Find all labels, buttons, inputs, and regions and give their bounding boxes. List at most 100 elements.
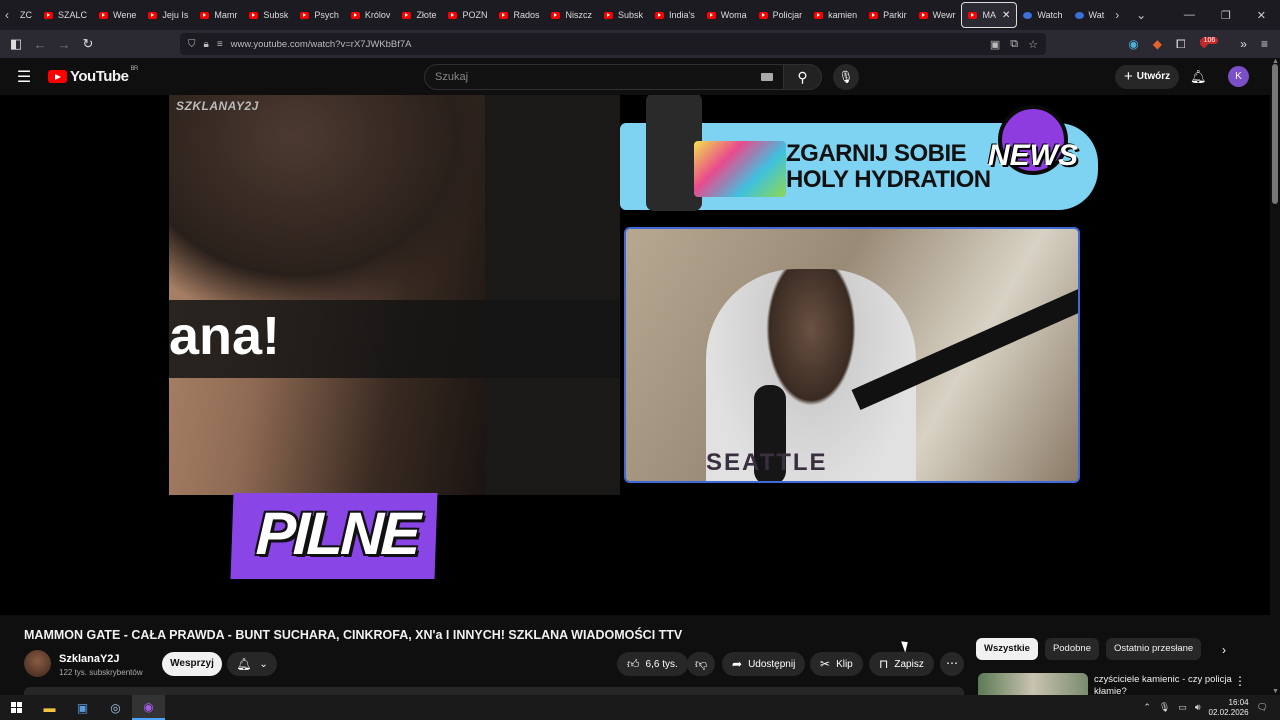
browser-tab[interactable]: Złote: [396, 2, 442, 28]
steam-icon[interactable]: ◎: [99, 695, 132, 720]
clip-button[interactable]: ✂ Klip: [810, 652, 863, 676]
search-button[interactable]: ⚲: [784, 63, 822, 90]
browser-tab[interactable]: Psych: [294, 2, 345, 28]
file-explorer-icon[interactable]: ▬: [33, 695, 66, 720]
restore-icon[interactable]: ❐: [1221, 9, 1231, 22]
channel-avatar[interactable]: [24, 650, 51, 677]
window-close-icon[interactable]: ✕: [1257, 9, 1266, 22]
chip-all[interactable]: Wszystkie: [976, 638, 1038, 660]
address-bar[interactable]: ⛉ 🔒︎ ≡ www.youtube.com/watch?v=rX7JWKbBf…: [180, 33, 1046, 55]
subscription-bell-button[interactable]: 🔔︎ ⌄: [227, 652, 277, 676]
tab-label: Jeju Is: [162, 10, 189, 20]
browser-tab[interactable]: Subsk: [243, 2, 294, 28]
recommendation-menu-icon[interactable]: ⋮: [1234, 674, 1246, 688]
create-button[interactable]: + Utwórz: [1115, 64, 1180, 89]
save-label: Zapisz: [894, 658, 924, 670]
vpn-extension-icon[interactable]: ◉: [1128, 37, 1138, 51]
browser-tab[interactable]: Królov: [345, 2, 397, 28]
forward-icon[interactable]: →: [52, 37, 76, 52]
chips-next-icon[interactable]: ›: [1222, 643, 1226, 657]
browser-tab[interactable]: POZN: [442, 2, 493, 28]
youtube-favicon-icon: [350, 11, 360, 19]
browser-tab[interactable]: kamien: [808, 2, 863, 28]
app-menu-icon[interactable]: ≡: [1261, 37, 1268, 51]
youtube-favicon-icon: [249, 11, 259, 19]
close-tab-icon[interactable]: ✕: [1002, 10, 1010, 21]
browser-tab[interactable]: Subsk: [598, 2, 649, 28]
browser-tab[interactable]: Parkir: [863, 2, 913, 28]
notifications-bell-icon[interactable]: 🔔︎: [1190, 69, 1207, 85]
tray-chevron-icon[interactable]: ⌃: [1143, 702, 1151, 713]
volume-icon[interactable]: 🔊︎: [1195, 702, 1201, 713]
notifications-icon[interactable]: 🗨︎: [1257, 702, 1268, 713]
description-box[interactable]: [24, 687, 964, 695]
youtube-favicon-icon: [300, 11, 310, 19]
chip-recent[interactable]: Ostatnio przesłane: [1105, 638, 1202, 660]
browser-tab[interactable]: Policjar: [753, 2, 809, 28]
browser-tab[interactable]: Wewr: [913, 2, 962, 28]
browser-tab[interactable]: Watch: [1017, 2, 1068, 28]
extensions-icon[interactable]: ⧠: [1176, 37, 1186, 52]
browser-tab[interactable]: Niszcz: [545, 2, 598, 28]
overflow-chevron-icon[interactable]: »: [1240, 37, 1247, 51]
browser-tab[interactable]: Wat: [1069, 2, 1111, 28]
recommendation-thumbnail[interactable]: [978, 673, 1088, 695]
save-button[interactable]: ⊓ Zapisz: [869, 652, 934, 676]
bookmark-star-icon[interactable]: ☆: [1028, 38, 1038, 51]
shirt-text: SEATTLE: [706, 449, 828, 476]
microphone-tray-icon[interactable]: 🎙︎: [1159, 702, 1170, 713]
recommendation-title[interactable]: czyściciele kamienic - czy policja kłami…: [1094, 674, 1234, 696]
keyboard-icon[interactable]: [761, 72, 773, 81]
ublock-icon[interactable]: ⛊106: [1200, 36, 1227, 52]
system-clock[interactable]: 16:04 02.02.2026: [1209, 698, 1249, 718]
tab-label: ZC: [20, 10, 32, 20]
dislike-button[interactable]: 👎︎: [687, 652, 716, 676]
picture-in-picture-icon[interactable]: ⧉: [1010, 38, 1018, 51]
sponsor-text: ZGARNIJ SOBIE HOLY HYDRATION: [786, 141, 991, 193]
page-scrollbar[interactable]: ▲ ▼: [1270, 58, 1280, 695]
tab-label: Wewr: [932, 10, 956, 20]
browser-tab-active[interactable]: MA ✕: [961, 2, 1018, 28]
sidebar-toggle-icon[interactable]: ◧: [4, 36, 28, 52]
tabs-scroll-left-icon[interactable]: ‹: [0, 8, 14, 22]
browser-tab[interactable]: Woma: [701, 2, 753, 28]
remote-desktop-icon[interactable]: ▣: [66, 695, 99, 720]
clock-time: 16:04: [1228, 697, 1249, 707]
extension-favicon-icon: [1023, 11, 1033, 19]
browser-tab[interactable]: Rados: [493, 2, 545, 28]
browser-tab[interactable]: SZALC: [38, 2, 93, 28]
tabs-scroll-right-icon[interactable]: ›: [1110, 8, 1124, 22]
start-button[interactable]: [0, 695, 33, 720]
browser-tab[interactable]: ZC: [14, 2, 38, 28]
back-icon[interactable]: ←: [28, 37, 52, 52]
video-player[interactable]: SZKLANAY2J ana! ZGARNIJ SOBIE HOLY HYDRA…: [0, 95, 1270, 615]
video-sponsor-banner: ZGARNIJ SOBIE HOLY HYDRATION NEWS: [620, 95, 1098, 211]
channel-name[interactable]: SzklanaY2J: [59, 653, 120, 665]
firefox-icon[interactable]: ◉: [132, 695, 165, 720]
more-actions-icon[interactable]: ⋯: [940, 652, 964, 676]
like-button[interactable]: 👍︎ 6,6 tys.: [617, 652, 688, 676]
youtube-logo[interactable]: YouTube BR: [48, 66, 138, 85]
browser-tab[interactable]: Wene: [93, 2, 142, 28]
browser-tab[interactable]: India's: [649, 2, 701, 28]
minimize-icon[interactable]: —: [1184, 9, 1195, 22]
share-button[interactable]: ➦ Udostępnij: [722, 652, 806, 676]
scrollbar-thumb[interactable]: [1272, 64, 1278, 204]
search-input[interactable]: Szukaj: [424, 63, 784, 90]
scroll-down-icon[interactable]: ▼: [1272, 688, 1279, 695]
reload-icon[interactable]: ↻: [76, 36, 100, 52]
youtube-favicon-icon: [551, 11, 561, 19]
extension-fox-icon[interactable]: ◆: [1153, 37, 1162, 51]
account-avatar[interactable]: K: [1228, 66, 1249, 87]
reader-view-icon[interactable]: ▣: [990, 38, 1000, 51]
chip-related[interactable]: Podobne: [1044, 638, 1099, 660]
create-label: Utwórz: [1136, 71, 1171, 82]
support-button[interactable]: Wesprzyj: [162, 652, 222, 676]
search-icon: ⚲: [797, 68, 808, 85]
browser-tab[interactable]: Jeju Is: [142, 2, 194, 28]
guide-menu-icon[interactable]: ☰: [0, 67, 48, 87]
tab-list-chevron-icon[interactable]: ⌄: [1134, 8, 1148, 22]
network-icon[interactable]: ▭: [1178, 702, 1187, 713]
voice-search-button[interactable]: 🎙︎: [833, 63, 859, 90]
browser-tab[interactable]: Mamr: [194, 2, 243, 28]
